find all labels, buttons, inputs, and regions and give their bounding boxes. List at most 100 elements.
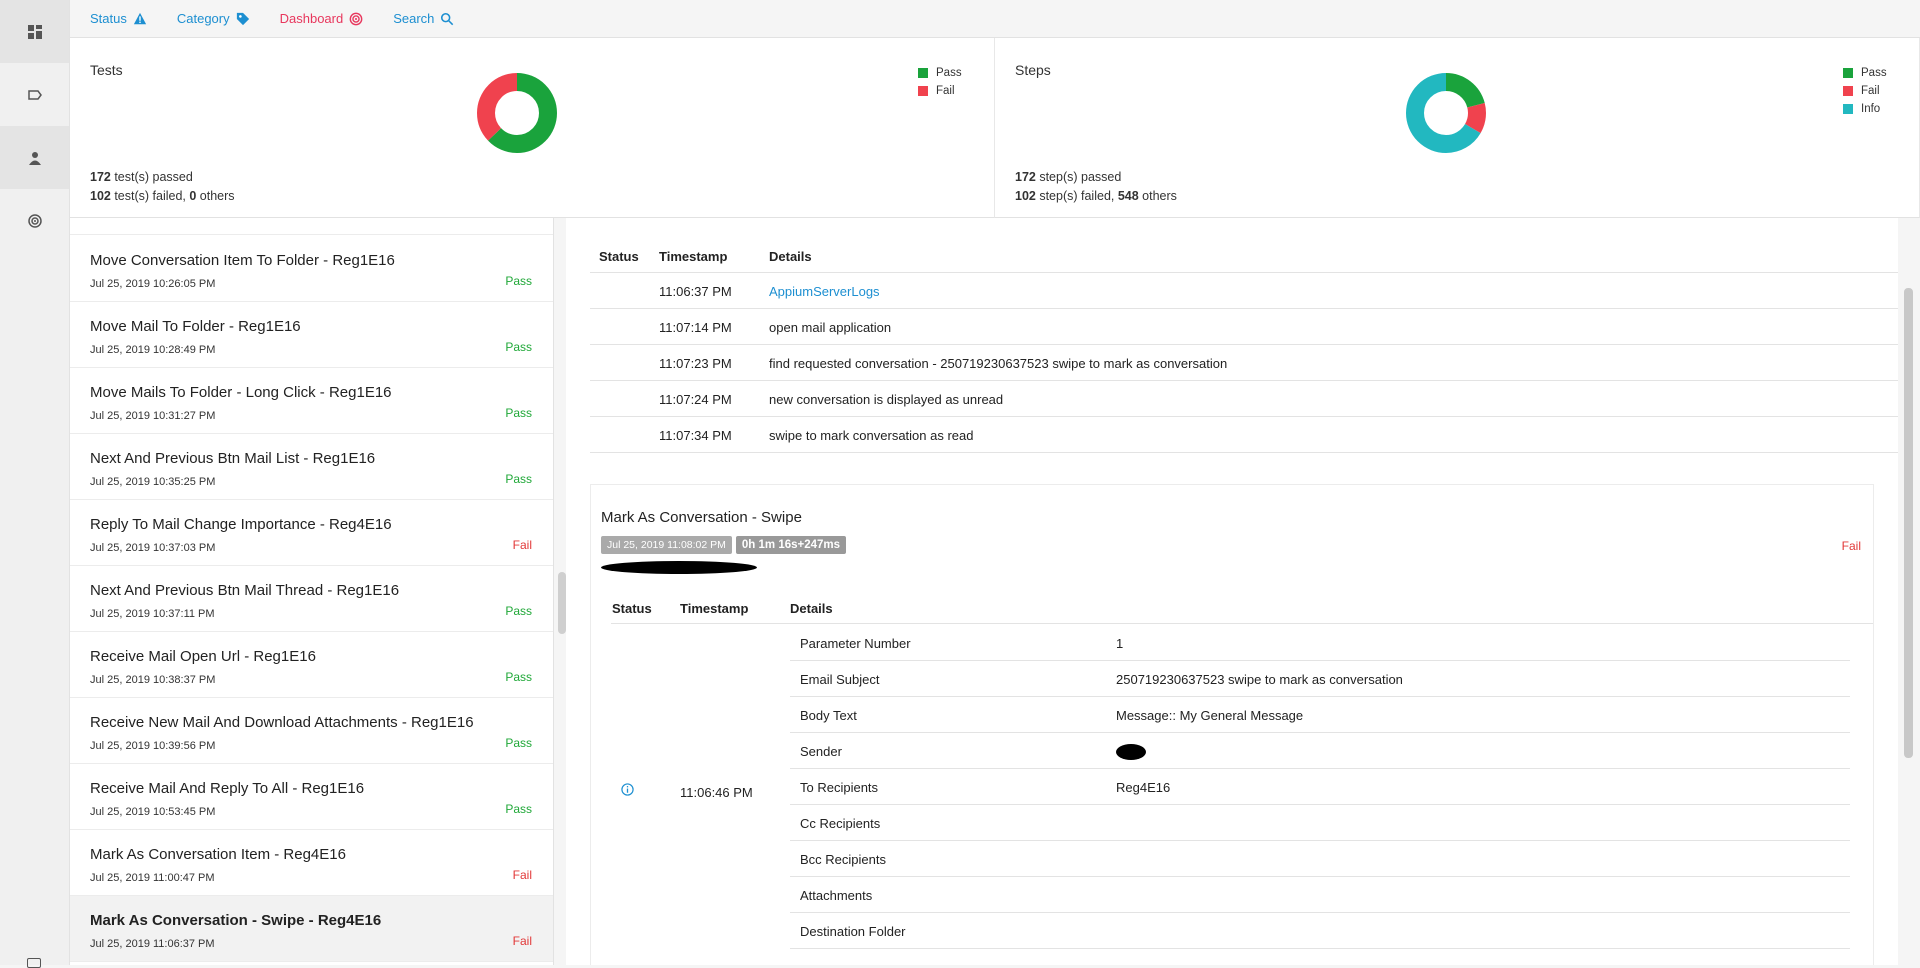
tag-icon xyxy=(236,12,249,25)
step-row: 11:07:34 PM swipe to mark conversation a… xyxy=(590,417,1898,453)
test-status: Fail xyxy=(512,538,532,552)
grid-icon xyxy=(27,24,42,39)
param-key: Destination Folder xyxy=(800,923,906,939)
param-value: Reg4E16 xyxy=(1116,779,1171,795)
warning-icon xyxy=(133,12,146,24)
detail-scrollbar[interactable] xyxy=(1898,218,1920,965)
test-status: Pass xyxy=(505,604,532,618)
rail-author[interactable] xyxy=(0,126,69,189)
step-row: 11:07:23 PM find requested conversation … xyxy=(590,345,1898,381)
test-list-item[interactable]: Next And Previous Btn Mail List - Reg1E1… xyxy=(70,434,553,500)
legend-fail: Fail xyxy=(918,82,962,100)
rail-category[interactable] xyxy=(0,63,69,126)
step-details: swipe to mark conversation as read xyxy=(769,427,974,443)
param-key: Sender xyxy=(800,743,842,759)
test-list-item[interactable]: Mark As Conversation Item - Reg4E16 Jul … xyxy=(70,830,553,896)
param-row: Bcc Recipients xyxy=(790,841,1850,877)
param-row: Sender xyxy=(790,733,1850,769)
redacted-scribble xyxy=(601,561,757,574)
param-row: Cc Recipients xyxy=(790,805,1850,841)
nav-rail xyxy=(0,0,70,968)
test-detail-title: Mark As Conversation - Swipe xyxy=(601,509,802,526)
test-list-item[interactable]: Receive New Mail And Download Attachment… xyxy=(70,698,553,764)
param-row: Parameter Number 1 xyxy=(790,625,1850,661)
test-time: Jul 25, 2019 10:53:45 PM xyxy=(90,806,216,818)
param-row: Attachments xyxy=(790,877,1850,913)
search-icon xyxy=(441,12,454,25)
header-divider xyxy=(611,623,1873,624)
step-details-link[interactable]: AppiumServerLogs xyxy=(769,273,880,309)
test-status: Pass xyxy=(505,274,532,288)
steps-donut-chart xyxy=(1406,73,1486,153)
test-status: Pass xyxy=(505,340,532,354)
test-detail-box: Mark As Conversation - Swipe Jul 25, 201… xyxy=(590,484,1874,965)
test-time: Jul 25, 2019 11:06:37 PM xyxy=(90,938,215,950)
monitor-icon[interactable] xyxy=(27,958,41,968)
step-timestamp: 11:07:24 PM xyxy=(659,391,732,407)
param-key: Cc Recipients xyxy=(800,815,881,831)
test-name: Receive New Mail And Download Attachment… xyxy=(90,714,474,731)
test-name: Move Mail To Folder - Reg1E16 xyxy=(90,318,301,335)
test-name: Next And Previous Btn Mail Thread - Reg1… xyxy=(90,582,400,599)
redacted-scribble xyxy=(1116,744,1146,760)
test-list-scrollbar[interactable] xyxy=(558,572,566,634)
tag-icon xyxy=(27,89,42,100)
param-row: Destination Folder xyxy=(790,913,1850,949)
test-list-item[interactable]: Receive Mail Open Url - Reg1E16 Jul 25, … xyxy=(70,632,553,698)
test-detail-pane: Status Timestamp Details 11:06:37 PM App… xyxy=(566,218,1898,965)
pass-swatch xyxy=(918,68,928,78)
rail-dashboard[interactable] xyxy=(0,189,69,252)
param-row: To Recipients Reg4E16 xyxy=(790,769,1850,805)
test-status: Pass xyxy=(505,670,532,684)
test-status: Pass xyxy=(505,472,532,486)
rail-dashboard-grid[interactable] xyxy=(0,0,69,63)
steps-card-title: Steps xyxy=(1015,62,1051,78)
step-timestamp: 11:07:23 PM xyxy=(659,355,732,371)
col-timestamp-header: Timestamp xyxy=(680,601,749,616)
step-details: open mail application xyxy=(769,319,892,335)
radar-icon xyxy=(27,213,42,228)
test-status: Pass xyxy=(505,406,532,420)
test-name: Move Mails To Folder - Long Click - Reg1… xyxy=(90,384,392,401)
test-name: Receive Mail Open Url - Reg1E16 xyxy=(90,648,316,665)
step-row: 11:07:24 PM new conversation is displaye… xyxy=(590,381,1898,417)
param-key: To Recipients xyxy=(800,779,879,795)
col-status-header: Status xyxy=(599,249,639,264)
test-status: Fail xyxy=(512,868,532,882)
col-details-header: Details xyxy=(790,601,833,616)
test-time: Jul 25, 2019 10:37:11 PM xyxy=(90,608,215,620)
test-list-item[interactable]: Move Mail To Folder - Reg1E16 Jul 25, 20… xyxy=(70,302,553,368)
test-list-item[interactable]: Next And Previous Btn Mail Thread - Reg1… xyxy=(70,566,553,632)
nav-dashboard[interactable]: Dashboard xyxy=(280,11,364,26)
test-time: Jul 25, 2019 10:28:49 PM xyxy=(90,344,216,356)
duration-badge: 0h 1m 16s+247ms xyxy=(735,536,847,554)
param-key: Body Text xyxy=(800,707,857,723)
test-time: Jul 25, 2019 11:00:47 PM xyxy=(90,872,215,884)
scroll-thumb[interactable] xyxy=(1904,288,1913,758)
test-list-item[interactable]: Receive Mail And Reply To All - Reg1E16 … xyxy=(70,764,553,830)
test-time: Jul 25, 2019 10:26:05 PM xyxy=(90,278,216,290)
tests-card-title: Tests xyxy=(90,62,123,78)
tests-summary-text: 172 test(s) passed 102 test(s) failed, 0… xyxy=(90,170,235,203)
tests-legend: Pass Fail xyxy=(918,64,962,100)
step-details: find requested conversation - 2507192306… xyxy=(769,355,1228,371)
nav-category[interactable]: Category xyxy=(177,11,250,26)
param-key: Parameter Number xyxy=(800,635,911,651)
nav-search[interactable]: Search xyxy=(393,11,454,26)
test-list-item[interactable]: Mark As Conversation - Swipe - Reg4E16 J… xyxy=(70,896,553,962)
fail-swatch xyxy=(1843,86,1853,96)
test-list-item[interactable]: Move Conversation Item To Folder - Reg1E… xyxy=(70,236,553,302)
param-value: Message:: My General Message xyxy=(1116,707,1304,723)
tests-donut-chart xyxy=(477,73,557,153)
nav-status[interactable]: Status xyxy=(90,11,147,26)
test-list-item[interactable]: Reply To Mail Change Importance - Reg4E1… xyxy=(70,500,553,566)
tests-summary-card: Tests Pass Fail 172 test(s) passed 102 t… xyxy=(70,38,995,218)
test-detail-status: Fail xyxy=(1841,539,1861,553)
param-row: Body Text Message:: My General Message xyxy=(790,697,1850,733)
test-list-item[interactable]: Move Mails To Folder - Long Click - Reg1… xyxy=(70,368,553,434)
test-time: Jul 25, 2019 10:39:56 PM xyxy=(90,740,216,752)
test-detail-badges: Jul 25, 2019 11:08:02 PM 0h 1m 16s+247ms xyxy=(601,535,850,554)
test-status: Fail xyxy=(512,934,532,948)
param-value: 250719230637523 swipe to mark as convers… xyxy=(1116,671,1403,687)
param-key: Attachments xyxy=(800,887,873,903)
